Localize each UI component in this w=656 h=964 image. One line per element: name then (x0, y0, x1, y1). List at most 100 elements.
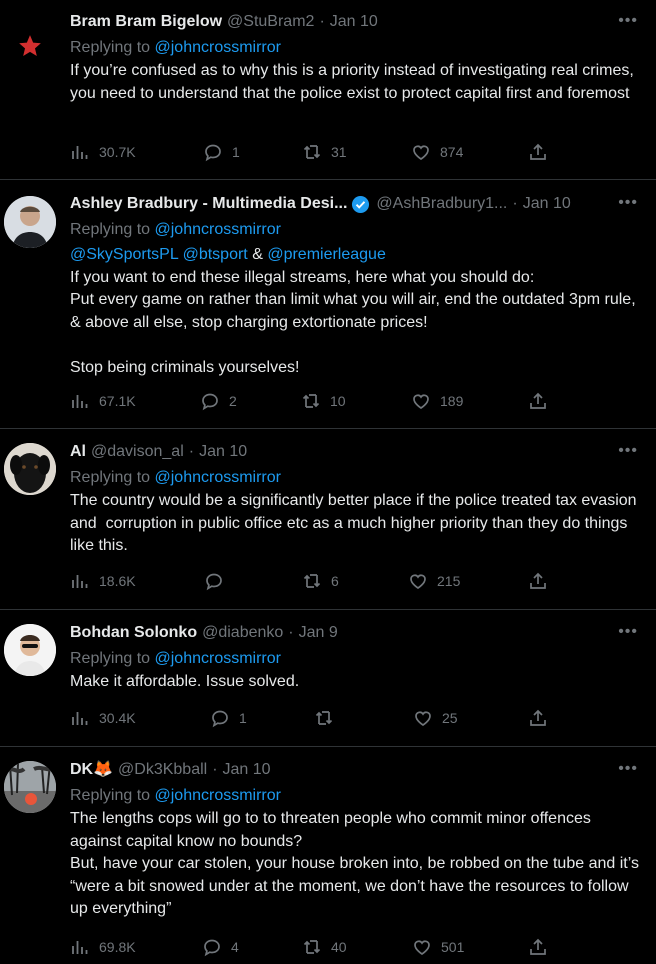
share-icon (530, 572, 546, 589)
reply-icon (202, 393, 218, 411)
user-handle[interactable]: @AshBradbury1... (376, 194, 507, 214)
tweet-actions: 69.8K 4 40 501 (70, 937, 656, 961)
replying-to: Replying to @johncrossmirror (70, 469, 281, 486)
like-button[interactable]: 25 (413, 708, 458, 728)
tweet-header: DK🦊 @Dk3Kbball · Jan 10 (70, 760, 640, 780)
share-button[interactable] (528, 571, 548, 591)
reply-to-link[interactable]: @johncrossmirror (155, 787, 281, 804)
avatar[interactable] (4, 443, 56, 495)
share-icon (530, 392, 546, 409)
avatar[interactable] (4, 20, 56, 72)
reply-to-link[interactable]: @johncrossmirror (155, 469, 281, 486)
heart-icon (415, 711, 431, 726)
tweet-text: If you’re confused as to why this is a p… (70, 62, 639, 102)
views-button[interactable]: 67.1K (70, 391, 136, 411)
retweet-icon (303, 145, 321, 159)
replying-to: Replying to @johncrossmirror (70, 650, 281, 667)
views-button[interactable]: 69.8K (70, 937, 136, 957)
mention-link[interactable]: @btsport (183, 246, 248, 263)
heart-icon (414, 940, 430, 955)
views-button[interactable]: 30.4K (70, 708, 136, 728)
avatar[interactable] (4, 761, 56, 813)
retweet-button[interactable] (314, 708, 343, 728)
retweet-icon (315, 711, 333, 725)
tweet[interactable]: DK🦊 @Dk3Kbball · Jan 10 Replying to @joh… (0, 747, 656, 964)
tweet-date[interactable]: Jan 10 (223, 760, 271, 780)
tweet-actions: 30.7K 1 31 874 (70, 142, 656, 166)
share-button[interactable] (528, 391, 548, 411)
avatar[interactable] (4, 196, 56, 248)
user-handle[interactable]: @diabenko (202, 623, 283, 643)
reply-button[interactable]: 2 (200, 391, 237, 411)
separator-dot: · (512, 195, 518, 212)
tweet-date[interactable]: Jan 9 (299, 623, 338, 643)
tweet[interactable]: Bohdan Solonko @diabenko · Jan 9 Replyin… (0, 610, 656, 747)
display-name[interactable]: Bram Bram Bigelow (70, 12, 222, 32)
retweet-button[interactable]: 31 (302, 142, 347, 162)
reply-button[interactable]: 4 (202, 937, 239, 957)
views-icon (72, 146, 88, 159)
tweet-header: Ashley Bradbury - Multimedia Desi... @As… (70, 194, 640, 214)
tweet[interactable]: Bram Bram Bigelow @StuBram2 · Jan 10 Rep… (0, 0, 656, 180)
share-button[interactable] (528, 142, 548, 162)
replying-to: Replying to @johncrossmirror (70, 39, 281, 56)
heart-icon (410, 574, 426, 589)
more-options-icon[interactable]: ••• (618, 623, 638, 641)
display-name[interactable]: Al (70, 442, 86, 462)
views-button[interactable]: 30.7K (70, 142, 136, 162)
tweet-actions: 67.1K 2 10 189 (70, 391, 656, 415)
reply-button[interactable]: 1 (203, 142, 240, 162)
views-icon (72, 575, 88, 588)
tweet-text: If you want to end these illegal streams… (70, 268, 636, 376)
tweet-text: The country would be a significantly bet… (70, 492, 641, 554)
tweet-date[interactable]: Jan 10 (199, 442, 247, 462)
more-options-icon[interactable]: ••• (618, 12, 638, 30)
tweet-text: The lengths cops will go to to threaten … (70, 810, 639, 917)
reply-to-link[interactable]: @johncrossmirror (155, 650, 281, 667)
heart-icon (413, 394, 429, 409)
retweet-button[interactable]: 6 (302, 571, 339, 591)
reply-to-link[interactable]: @johncrossmirror (155, 39, 281, 56)
like-button[interactable]: 501 (412, 937, 464, 957)
tweet-date[interactable]: Jan 10 (523, 194, 571, 214)
share-button[interactable] (528, 937, 548, 957)
tweet-date[interactable]: Jan 10 (330, 12, 378, 32)
more-options-icon[interactable]: ••• (618, 194, 638, 212)
tweet[interactable]: Ashley Bradbury - Multimedia Desi... @As… (0, 180, 656, 429)
retweet-button[interactable]: 40 (302, 937, 347, 957)
tweet-actions: 18.6K 6 215 (70, 571, 656, 595)
replying-to: Replying to @johncrossmirror (70, 787, 281, 804)
share-icon (530, 938, 546, 955)
mention-link[interactable]: @SkySportsPL (70, 246, 178, 263)
mention-link[interactable]: @premierleague (267, 246, 386, 263)
views-icon (72, 395, 88, 408)
more-options-icon[interactable]: ••• (618, 442, 638, 460)
like-button[interactable]: 874 (411, 142, 463, 162)
reply-button[interactable]: 1 (210, 708, 247, 728)
views-button[interactable]: 18.6K (70, 571, 136, 591)
tweet[interactable]: Al @davison_al · Jan 10 Replying to @joh… (0, 429, 656, 610)
like-button[interactable]: 189 (411, 391, 463, 411)
retweet-icon (303, 574, 321, 588)
tweet-header: Al @davison_al · Jan 10 (70, 442, 640, 462)
retweet-button[interactable]: 10 (301, 391, 346, 411)
user-handle[interactable]: @StuBram2 (227, 12, 314, 32)
user-handle[interactable]: @davison_al (91, 442, 184, 462)
avatar[interactable] (4, 624, 56, 676)
views-icon (72, 941, 88, 954)
more-options-icon[interactable]: ••• (618, 760, 638, 778)
reply-icon (206, 573, 222, 591)
heart-icon (413, 145, 429, 160)
reply-button[interactable] (204, 571, 233, 591)
replying-to: Replying to @johncrossmirror (70, 221, 281, 238)
like-button[interactable]: 215 (408, 571, 460, 591)
reply-to-link[interactable]: @johncrossmirror (155, 221, 281, 238)
share-icon (530, 709, 546, 726)
beach-photo-icon (4, 761, 56, 813)
display-name[interactable]: Bohdan Solonko (70, 623, 197, 643)
display-name[interactable]: Ashley Bradbury - Multimedia Desi... (70, 194, 347, 214)
mention-line: @SkySportsPL @btsport & @premierleague (70, 246, 386, 263)
share-button[interactable] (528, 708, 548, 728)
user-handle[interactable]: @Dk3Kbball (118, 760, 207, 780)
display-name[interactable]: DK🦊 (70, 760, 113, 780)
